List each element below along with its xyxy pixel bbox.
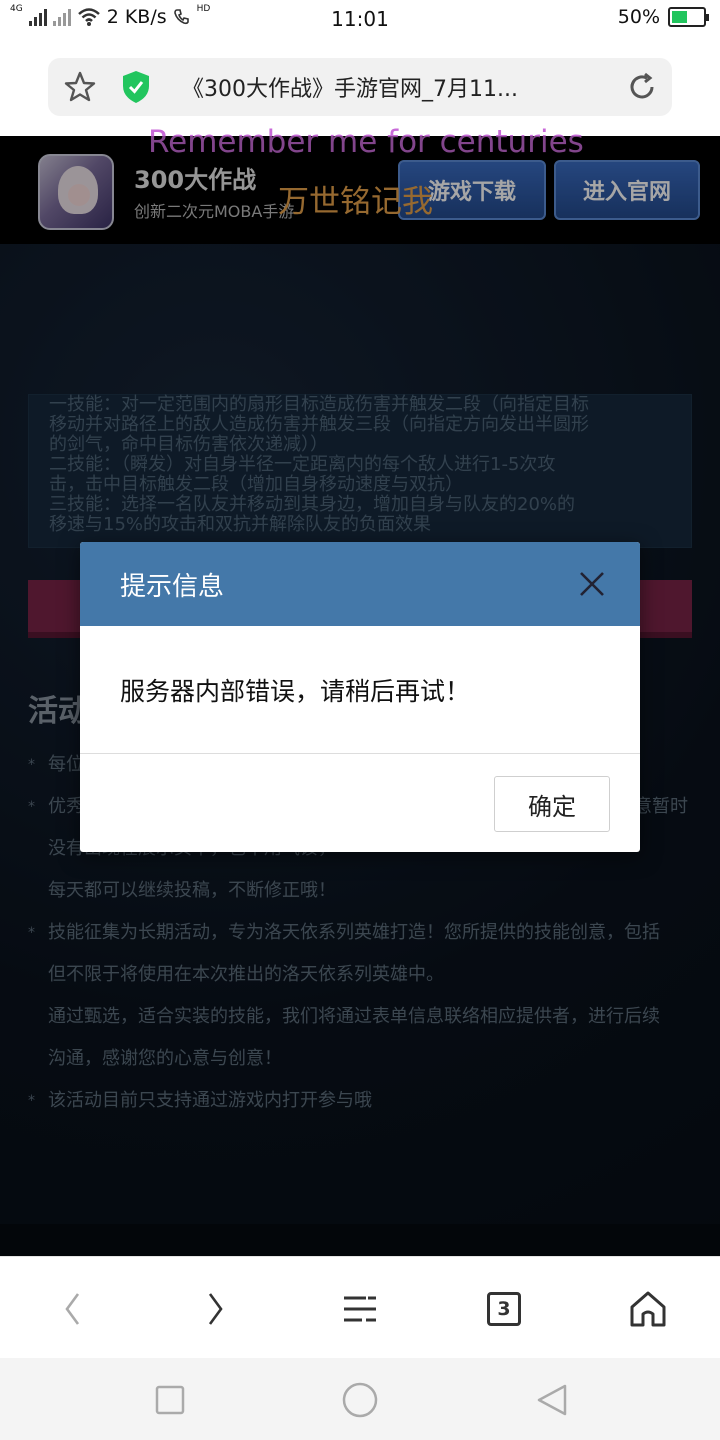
- clock: 11:01: [331, 7, 389, 31]
- alert-dialog: 提示信息 服务器内部错误，请稍后再试！ 确定: [80, 542, 640, 852]
- home-icon[interactable]: [624, 1285, 672, 1333]
- back-triangle-icon[interactable]: [532, 1380, 572, 1420]
- close-icon[interactable]: [576, 568, 608, 600]
- status-bar: 4G 2 KB/s HD 11:01 50%: [0, 0, 720, 38]
- status-right: 50%: [617, 6, 709, 28]
- browser-bottom-nav: 3: [0, 1256, 720, 1358]
- recents-icon[interactable]: [150, 1380, 190, 1420]
- chevron-right-icon[interactable]: [192, 1285, 240, 1333]
- address-bar[interactable]: 《300大作战》手游官网_7月11...: [48, 58, 672, 116]
- ok-button[interactable]: 确定: [494, 776, 610, 832]
- home-circle-icon[interactable]: [340, 1380, 380, 1420]
- tab-count: 3: [487, 1292, 521, 1326]
- refresh-icon[interactable]: [612, 70, 672, 104]
- battery-percent: 50%: [617, 6, 660, 28]
- bookmark-star-icon[interactable]: [48, 70, 112, 104]
- tabs-icon[interactable]: 3: [480, 1285, 528, 1333]
- page-title[interactable]: 《300大作战》手游官网_7月11...: [160, 71, 612, 103]
- dialog-message: 服务器内部错误，请稍后再试！: [80, 626, 640, 754]
- chevron-left-icon[interactable]: [48, 1285, 96, 1333]
- dialog-header: 提示信息: [80, 542, 640, 626]
- system-nav-bar: [0, 1358, 720, 1440]
- menu-icon[interactable]: [336, 1285, 384, 1333]
- battery-icon: [668, 7, 709, 27]
- browser-toolbar: 《300大作战》手游官网_7月11...: [0, 38, 720, 136]
- dialog-title: 提示信息: [120, 572, 225, 602]
- shield-check-icon: [112, 69, 160, 105]
